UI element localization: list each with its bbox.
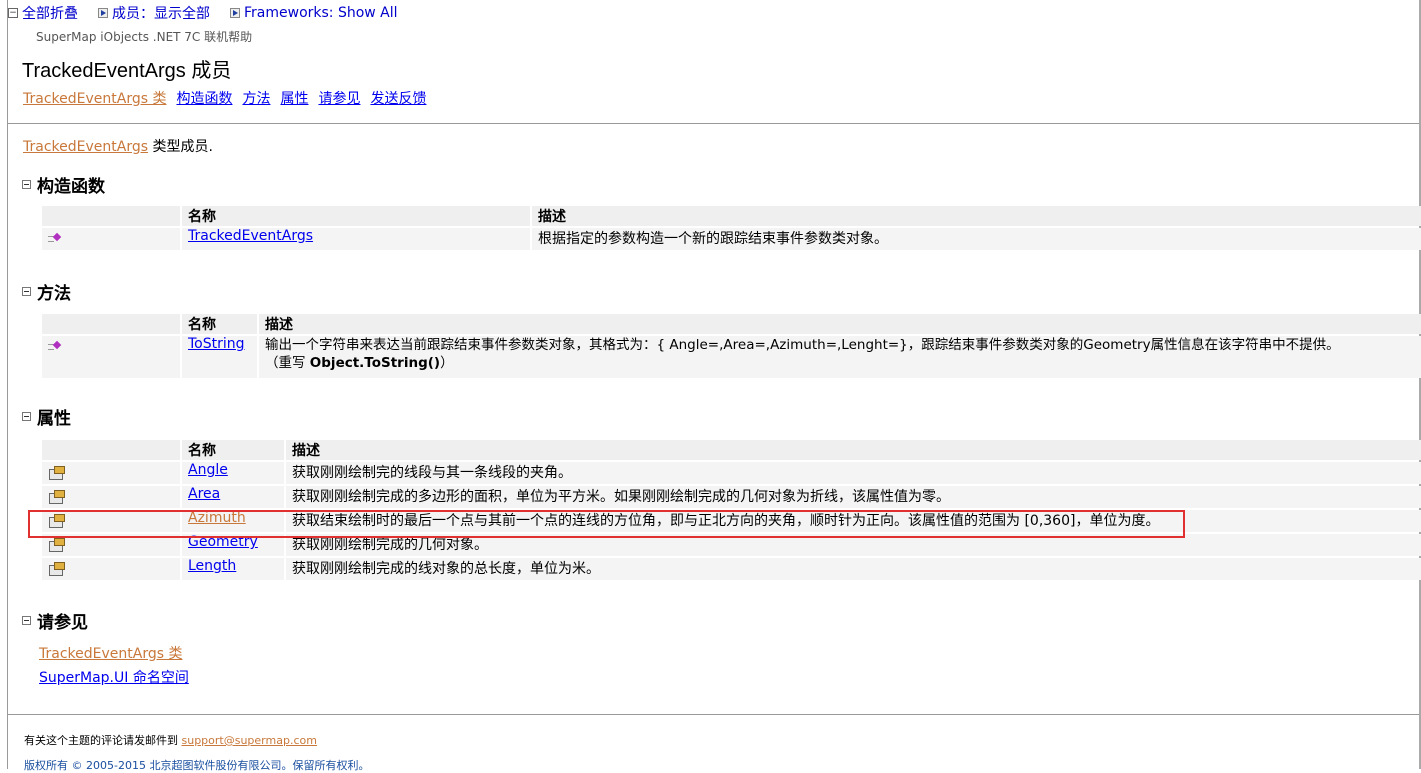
member-icon-cell [42,228,180,250]
collapse-all-label: 全部折叠 [22,6,78,22]
table-header-row: 名称 描述 [42,314,1421,334]
constructors-table: 名称 描述 TrackedEventArgs 根据指定的参数构造一个新的跟踪结束… [40,204,1421,252]
property-icon [48,466,65,480]
collapse-section-icon [22,412,31,421]
override-note: （重写 Object.ToString()） [265,354,1415,372]
intro-class-link[interactable]: TrackedEventArgs [23,139,148,155]
method-icon [48,233,62,243]
section-see-also-header[interactable]: 请参见 [22,608,88,633]
member-link[interactable]: Angle [188,462,228,478]
nav-link-properties[interactable]: 属性 [280,88,308,108]
icon-column-header [42,314,180,334]
section-constructors-header[interactable]: 构造函数 [22,172,105,197]
members-filter-label: 成员：显示全部 [112,6,210,22]
section-properties-header[interactable]: 属性 [22,404,71,429]
highlight-annotation-box [28,510,1185,538]
column-header-name: 名称 [182,440,284,460]
member-icon-cell [42,486,180,508]
table-header-row: 名称 描述 [42,206,1421,226]
table-row: Angle 获取刚刚绘制完的线段与其一条线段的夹角。 [42,462,1421,484]
icon-column-header [42,440,180,460]
column-header-name: 名称 [182,314,257,334]
feedback-line: 有关这个主题的评论请发邮件到 support@supermap.com [24,732,317,748]
table-row: Area 获取刚刚绘制完成的多边形的面积，单位为平方米。如果刚刚绘制完成的几何对… [42,486,1421,508]
table-row: TrackedEventArgs 根据指定的参数构造一个新的跟踪结束事件参数类对… [42,228,1421,250]
property-icon [48,538,65,552]
nav-link-see-also[interactable]: 请参见 [318,88,360,108]
see-also-namespace-link[interactable]: SuperMap.UI 命名空间 [39,667,189,687]
member-name-cell: Length [182,558,284,580]
override-suffix: ） [440,355,454,371]
member-name-cell: TrackedEventArgs [182,228,530,250]
column-header-desc: 描述 [286,440,1421,460]
member-desc-cell: 获取刚刚绘制完的线段与其一条线段的夹角。 [286,462,1421,484]
method-icon [48,341,62,351]
support-email-link[interactable]: support@supermap.com [182,734,317,747]
member-icon-cell [42,336,180,378]
icon-column-header [42,206,180,226]
dropdown-arrow-icon [98,8,108,18]
column-header-name: 名称 [182,206,530,226]
member-desc-cell: 输出一个字符串来表达当前跟踪结束事件参数类对象，其格式为：{ Angle=,Ar… [259,336,1421,378]
member-desc-text: 输出一个字符串来表达当前跟踪结束事件参数类对象，其格式为：{ Angle=,Ar… [265,337,1340,353]
override-prefix: （重写 [265,355,310,371]
left-frame-border [0,0,8,769]
member-desc-cell: 获取刚刚绘制完成的线对象的总长度，单位为米。 [286,558,1421,580]
collapse-all-button[interactable]: − 全部折叠 [8,3,78,23]
page-title: TrackedEventArgs 成员 [22,60,232,82]
intro-line: TrackedEventArgs 类型成员. [23,136,213,156]
collapse-icon: − [8,8,18,18]
override-member: Object.ToString() [309,355,441,371]
column-header-desc: 描述 [532,206,1421,226]
members-filter-dropdown[interactable]: 成员：显示全部 [98,3,210,23]
help-subtitle: SuperMap iObjects .NET 7C 联机帮助 [36,30,253,44]
member-icon-cell [42,462,180,484]
section-title: 属性 [37,409,71,429]
table-header-row: 名称 描述 [42,440,1421,460]
collapse-section-icon [22,616,31,625]
property-icon [48,562,65,576]
member-desc-cell: 根据指定的参数构造一个新的跟踪结束事件参数类对象。 [532,228,1421,250]
table-row: ToString 输出一个字符串来表达当前跟踪结束事件参数类对象，其格式为：{ … [42,336,1421,378]
member-link[interactable]: Area [188,486,220,502]
collapse-section-icon [22,287,31,296]
member-name-cell: Angle [182,462,284,484]
member-name-cell: Area [182,486,284,508]
table-row: Length 获取刚刚绘制完成的线对象的总长度，单位为米。 [42,558,1421,580]
member-desc-cell: 获取刚刚绘制完成的多边形的面积，单位为平方米。如果刚刚绘制完成的几何对象为折线，… [286,486,1421,508]
toolbar: − 全部折叠 成员：显示全部 Frameworks: Show All [8,3,418,23]
member-link[interactable]: TrackedEventArgs [188,228,313,244]
section-nav: TrackedEventArgs 类 构造函数 方法 属性 请参见 发送反馈 [23,88,426,108]
nav-link-feedback[interactable]: 发送反馈 [370,88,426,108]
methods-table: 名称 描述 ToString 输出一个字符串来表达当前跟踪结束事件参数类对象，其… [40,312,1421,380]
frameworks-filter-dropdown[interactable]: Frameworks: Show All [230,5,398,21]
property-icon [48,490,65,504]
dropdown-arrow-icon [230,8,240,18]
nav-link-constructors[interactable]: 构造函数 [176,88,232,108]
collapse-section-icon [22,180,31,189]
member-icon-cell [42,558,180,580]
page-footer: 有关这个主题的评论请发邮件到 support@supermap.com 版权所有… [8,714,1419,772]
nav-link-class[interactable]: TrackedEventArgs 类 [23,88,166,108]
column-header-desc: 描述 [259,314,1421,334]
section-methods-header[interactable]: 方法 [22,279,71,304]
member-link[interactable]: Length [188,558,236,574]
section-title: 构造函数 [37,177,105,197]
section-title: 请参见 [37,613,88,633]
frameworks-filter-label: Frameworks: Show All [244,5,398,21]
see-also-class-link[interactable]: TrackedEventArgs 类 [39,643,182,663]
nav-link-methods[interactable]: 方法 [242,88,270,108]
page-header: − 全部折叠 成员：显示全部 Frameworks: Show All Supe… [8,0,1419,124]
member-name-cell: ToString [182,336,257,378]
member-link[interactable]: ToString [188,336,245,352]
section-title: 方法 [37,284,71,304]
feedback-text: 有关这个主题的评论请发邮件到 [24,734,182,747]
intro-text: 类型成员. [148,139,213,155]
copyright-text: 版权所有 © 2005-2015 北京超图软件股份有限公司。保留所有权利。 [24,759,370,772]
